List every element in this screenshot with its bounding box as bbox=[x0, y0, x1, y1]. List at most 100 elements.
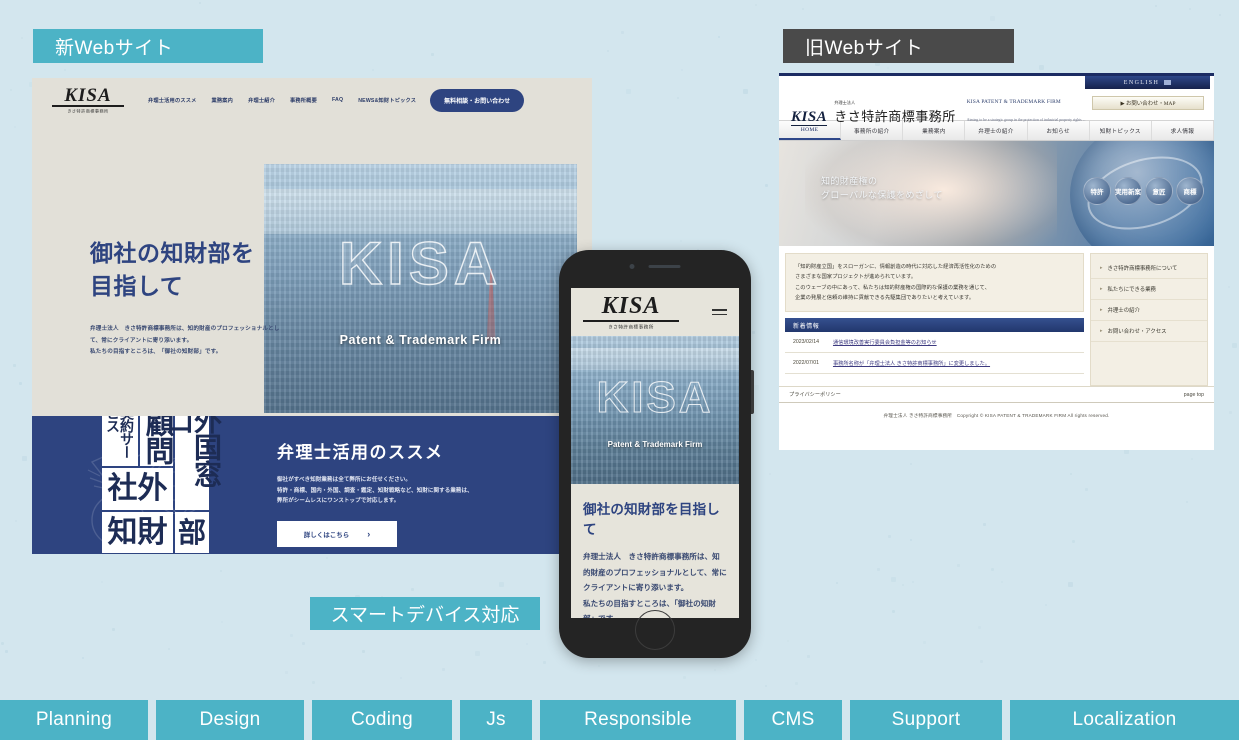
old-nav-item-recruit[interactable]: 求人情報 bbox=[1152, 121, 1214, 140]
news-row[interactable]: 2023/02/14 通信環境改善実行委員会負担金等のお知らせ bbox=[785, 332, 1084, 354]
phone-site-header: KISA きさ特許商標事務所 bbox=[571, 288, 739, 336]
nav-item-gyomu[interactable]: 業務案内 bbox=[212, 97, 234, 104]
contact-cta-button[interactable]: 無料相談・お問い合わせ bbox=[430, 88, 525, 112]
hero-overlay-tagline: Patent & Trademark Firm bbox=[339, 333, 502, 348]
sidebar-item-about[interactable]: ▸ きさ特許商標事務所について bbox=[1091, 258, 1207, 279]
smart-device-label: スマートデバイス対応 bbox=[310, 597, 540, 630]
collage-gaikoku-madoguchi: 外国窓口 bbox=[163, 416, 222, 510]
old-website-mockup: ENGLISH ▶ お問い合わせ・MAP KISA 弁理士法人 きさ特許商標事務… bbox=[779, 73, 1214, 450]
band-title: 弁理士活用のススメ bbox=[277, 443, 444, 462]
band-body-text: 御社がすべき知財業務は全て弊所にお任せください。 特許・商標、国内・外国、調査・鑑… bbox=[277, 477, 473, 505]
logo-subtitle: きさ特許商標事務所 bbox=[67, 109, 109, 115]
tag-planning[interactable]: Planning bbox=[0, 700, 148, 740]
service-kanji-collage: 契約サービス 顧問 外国窓口 社外 知財 部 bbox=[102, 416, 222, 553]
phone-site-logo[interactable]: KISA きさ特許商標事務所 bbox=[583, 294, 679, 329]
contact-map-button[interactable]: ▶ お問い合わせ・MAP bbox=[1092, 96, 1204, 110]
tag-design[interactable]: Design bbox=[156, 700, 304, 740]
phone-screen: KISA きさ特許商標事務所 KISA Patent & Trademark F… bbox=[571, 288, 739, 618]
chevron-right-icon: › bbox=[367, 529, 371, 540]
home-button-icon[interactable] bbox=[635, 610, 675, 650]
capability-tag-bar: Planning Design Coding Js Responsible CM… bbox=[0, 700, 1239, 740]
hero-body-text: 弁理士法人 きさ特許商標事務所は、知的財産のプロフェッショナルとして、常にクライ… bbox=[90, 326, 280, 356]
old-site-content-column: 「知的財産立国」をスローガンに、情報創造の時代に対応した経済再活性化のための さま… bbox=[785, 253, 1084, 386]
english-language-button[interactable]: ENGLISH bbox=[1085, 76, 1210, 89]
phone-logo-subtitle: きさ特許商標事務所 bbox=[608, 323, 654, 330]
tag-cms[interactable]: CMS bbox=[744, 700, 842, 740]
old-logo-japanese-name: きさ特許商標事務所 bbox=[834, 109, 956, 125]
new-site-nav: 弁理士活用のススメ 業務案内 弁理士紹介 事務所概要 FAQ NEWS&知財トピ… bbox=[148, 97, 416, 104]
old-site-hero-banner: 知的財産権の グローバルな保護をめざして 特許 実用新案 意匠 商標 bbox=[779, 141, 1214, 246]
triangle-bullet-icon: ▸ bbox=[1100, 265, 1103, 271]
logo-wordmark: KISA bbox=[52, 85, 124, 108]
circle-patent[interactable]: 特許 bbox=[1083, 177, 1111, 205]
benrishi-promo-band: © 契約サービス 顧問 外国窓口 社外 知財 部 弁理士活用のススメ 御社がすべ… bbox=[32, 416, 592, 554]
old-banner-line2: グローバルな保護をめざして bbox=[821, 189, 943, 200]
new-site-header: KISA きさ特許商標事務所 弁理士活用のススメ 業務案内 弁理士紹介 事務所概… bbox=[32, 78, 592, 122]
hero-cityscape-photo: KISA Patent & Trademark Firm bbox=[264, 164, 577, 413]
triangle-bullet-icon: ▸ bbox=[1100, 286, 1103, 292]
tag-localization[interactable]: Localization bbox=[1010, 700, 1239, 740]
news-row[interactable]: 2022/07/01 事務所名称が「弁理士法人 きさ特許商標事務所」に変更しまし… bbox=[785, 353, 1084, 375]
sidebar-item-attorneys[interactable]: ▸ 弁理士の紹介 bbox=[1091, 300, 1207, 321]
circle-design[interactable]: 意匠 bbox=[1145, 177, 1173, 205]
flag-icon bbox=[1164, 80, 1172, 85]
circle-utility-model[interactable]: 実用新案 bbox=[1114, 177, 1142, 205]
sidebar-item-label: 私たちにできる業務 bbox=[1107, 287, 1156, 293]
collage-shagai: 社外 bbox=[102, 468, 173, 510]
old-nav-item-topics[interactable]: 知財トピックス bbox=[1090, 121, 1152, 140]
new-site-hero: KISA Patent & Trademark Firm 御社の知財部を 目指して… bbox=[32, 122, 592, 444]
phone-hero-wordmark: KISA bbox=[596, 372, 714, 422]
collage-chizai: 知財 bbox=[102, 512, 173, 553]
news-title-link[interactable]: 事務所名称が「弁理士法人 きさ特許商標事務所」に変更しました。 bbox=[833, 360, 990, 367]
old-site-sidebar: ▸ きさ特許商標事務所について ▸ 私たちにできる業務 ▸ 弁理士の紹介 ▸ お… bbox=[1090, 253, 1208, 386]
section-label-old-site: 旧Webサイト bbox=[783, 29, 1014, 63]
old-site-copyright: 弁理士法人 きさ特許商標事務所 Copyright © KISA PATENT … bbox=[779, 402, 1214, 428]
old-logo-english: KISA PATENT & TRADEMARK FIRM Aiming to b… bbox=[967, 90, 1086, 126]
tag-support[interactable]: Support bbox=[850, 700, 1002, 740]
old-site-intro-text: 「知的財産立国」をスローガンに、情報創造の時代に対応した経済再活性化のための さま… bbox=[785, 253, 1084, 313]
old-logo-english-name: KISA PATENT & TRADEMARK FIRM bbox=[966, 99, 1061, 105]
tag-coding[interactable]: Coding bbox=[312, 700, 452, 740]
hero-overlay-wordmark: KISA bbox=[338, 229, 503, 297]
phone-hero-title: 御社の知財部を目指して bbox=[583, 502, 720, 537]
hero-copy-block: 御社の知財部を 目指して 弁理士法人 きさ特許商標事務所は、知的財産のプロフェッシ… bbox=[90, 237, 285, 359]
phone-hero-tagline: Patent & Trademark Firm bbox=[607, 439, 703, 449]
news-title-link[interactable]: 通信環境改善実行委員会負担金等のお知らせ bbox=[833, 339, 937, 346]
collage-bu: 部 bbox=[175, 512, 209, 553]
sidebar-item-label: 弁理士の紹介 bbox=[1107, 308, 1140, 314]
nav-item-faq[interactable]: FAQ bbox=[332, 97, 343, 103]
front-camera-icon bbox=[629, 264, 635, 269]
english-label: ENGLISH bbox=[1123, 79, 1160, 86]
privacy-policy-link[interactable]: プライバシーポリシー bbox=[789, 391, 841, 398]
news-date: 2023/02/14 bbox=[793, 339, 819, 346]
old-site-logo[interactable]: KISA 弁理士法人 きさ特許商標事務所 KISA PATENT & TRADE… bbox=[791, 90, 1085, 126]
new-site-logo[interactable]: KISA きさ特許商標事務所 bbox=[52, 85, 124, 115]
band-more-button[interactable]: 詳しくはこちら › bbox=[277, 521, 397, 548]
band-copy-block: 弁理士活用のススメ 御社がすべき知財業務は全て弊所にお任せください。 特許・商標、… bbox=[277, 438, 567, 548]
page-top-link[interactable]: page top bbox=[1184, 392, 1204, 398]
old-site-header: ENGLISH ▶ お問い合わせ・MAP KISA 弁理士法人 きさ特許商標事務… bbox=[779, 76, 1214, 126]
section-label-new-site: 新Webサイト bbox=[33, 29, 263, 63]
old-banner-line1: 知的財産権の bbox=[821, 176, 878, 186]
nav-item-gaiyo[interactable]: 事務所概要 bbox=[290, 97, 317, 104]
earpiece-speaker-icon bbox=[648, 265, 681, 268]
hamburger-icon[interactable] bbox=[712, 308, 727, 316]
nav-item-benrishi[interactable]: 弁理士活用のススメ bbox=[148, 97, 197, 104]
nav-item-shokai[interactable]: 弁理士紹介 bbox=[248, 97, 275, 104]
sidebar-item-services[interactable]: ▸ 私たちにできる業務 bbox=[1091, 279, 1207, 300]
phone-hero-photo: KISA Patent & Trademark Firm bbox=[571, 336, 739, 484]
nav-item-news[interactable]: NEWS&知財トピックス bbox=[358, 97, 416, 104]
collage-keiyaku-service: 契約サービス bbox=[102, 416, 138, 466]
tag-js[interactable]: Js bbox=[460, 700, 532, 740]
news-section-heading: 新着情報 bbox=[785, 318, 1084, 333]
hamburger-bar bbox=[712, 313, 727, 316]
sidebar-item-label: お問い合わせ・アクセス bbox=[1107, 329, 1167, 335]
old-logo-corporate-type: 弁理士法人 bbox=[834, 100, 856, 106]
sidebar-item-contact[interactable]: ▸ お問い合わせ・アクセス bbox=[1091, 321, 1207, 342]
old-banner-text: 知的財産権の グローバルな保護をめざして bbox=[821, 175, 943, 203]
smartphone-mockup: KISA きさ特許商標事務所 KISA Patent & Trademark F… bbox=[559, 250, 754, 658]
old-logo-names: 弁理士法人 きさ特許商標事務所 bbox=[834, 92, 956, 126]
tag-responsible[interactable]: Responsible bbox=[540, 700, 736, 740]
old-site-subfooter: プライバシーポリシー page top bbox=[779, 386, 1214, 402]
circle-trademark[interactable]: 商標 bbox=[1176, 177, 1204, 205]
